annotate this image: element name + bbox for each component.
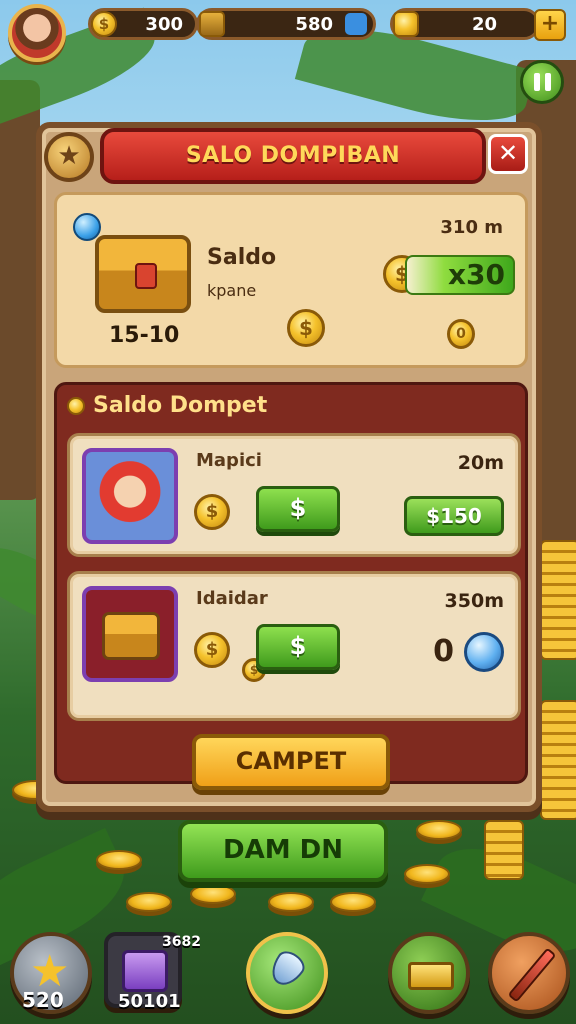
pause-icon (533, 73, 540, 91)
tree-trunk (0, 80, 40, 500)
chest-icon (102, 612, 160, 660)
row-name: Mapici (196, 450, 262, 471)
section-title: Saldo Dompet (93, 393, 268, 418)
player-avatar[interactable] (8, 4, 66, 62)
wallet-dialog: ★ SALO DOMPIBAN ✕ 15-10 Saldo kpane $ $ … (36, 122, 542, 812)
coin-icon (67, 396, 85, 415)
summary-label: Saldo (207, 245, 277, 270)
ground-coin (96, 850, 142, 870)
ground-coin (190, 884, 236, 904)
row-time: 350m (444, 590, 504, 612)
coin-value: 300 (145, 13, 183, 35)
energy-counter: 580 (196, 8, 376, 40)
gold-bar-button[interactable] (388, 932, 470, 1014)
sword-icon (507, 947, 557, 1003)
dialog-title: SALO DOMPIBAN (100, 128, 486, 184)
chest-icon (95, 235, 191, 313)
coin-icon: $ (194, 632, 230, 668)
ground-coin (268, 892, 314, 912)
cube-top-count: 3682 (162, 934, 201, 950)
coin-icon: 0 (447, 319, 475, 349)
coin-counter: $ 300 (88, 8, 198, 40)
multiplier-bar: x30 (405, 255, 515, 295)
shovel-button[interactable] (246, 932, 328, 1014)
campet-button[interactable]: CAMPET (192, 734, 390, 790)
cube-count: 50101 (118, 991, 181, 1012)
coin-icon: $ (194, 494, 230, 530)
gem-icon (199, 11, 225, 37)
ground-coin (416, 820, 462, 840)
gold-bar-icon (393, 11, 419, 37)
chest-portrait (82, 586, 178, 682)
gold-value: 20 (471, 13, 497, 35)
pause-icon (544, 73, 551, 91)
ground-coin (330, 892, 376, 912)
coin-stack (484, 820, 524, 880)
section-header: Saldo Dompet (67, 393, 267, 418)
cube-icon (122, 950, 168, 992)
gold-counter: 20 (390, 8, 540, 40)
orb-icon (464, 632, 504, 672)
collect-button[interactable]: $ (256, 486, 340, 532)
coin-stack (540, 540, 576, 660)
coin-icon: $ (287, 309, 325, 347)
price-button[interactable]: $150 (404, 496, 504, 536)
info-icon[interactable] (345, 13, 367, 35)
summary-sublabel: kpane (207, 281, 257, 300)
wallet-section: Saldo Dompet Mapici 20m $ $ $150 Idaidar… (54, 382, 528, 784)
pause-button[interactable] (520, 60, 564, 104)
balance-summary: 15-10 Saldo kpane $ $ 0 310 m x30 (54, 192, 528, 368)
summary-count: 15-10 (109, 323, 180, 348)
sword-button[interactable] (488, 932, 570, 1014)
gem-icon (73, 213, 101, 241)
summary-timer: 310 m (440, 217, 503, 238)
energy-value: 580 (295, 13, 333, 35)
ground-coin (126, 892, 172, 912)
wallet-row[interactable]: Idaidar 350m $ $ $ 0 (67, 571, 521, 721)
close-button[interactable]: ✕ (488, 134, 528, 174)
star-count: 520 (22, 988, 64, 1012)
ground-coin (404, 864, 450, 884)
row-amount: 0 (433, 634, 454, 669)
character-portrait (82, 448, 178, 544)
gold-bar-icon (408, 962, 454, 990)
add-gold-button[interactable]: + (534, 9, 566, 41)
main-action-button[interactable]: DAM DN (178, 820, 388, 882)
row-time: 20m (457, 452, 504, 474)
coin-icon: $ (91, 11, 117, 37)
wallet-row[interactable]: Mapici 20m $ $ $150 (67, 433, 521, 557)
row-name: Idaidar (196, 588, 268, 609)
coin-stack (540, 700, 576, 820)
star-icon: ★ (44, 132, 94, 182)
collect-button[interactable]: $ (256, 624, 340, 670)
shovel-icon (264, 946, 310, 992)
